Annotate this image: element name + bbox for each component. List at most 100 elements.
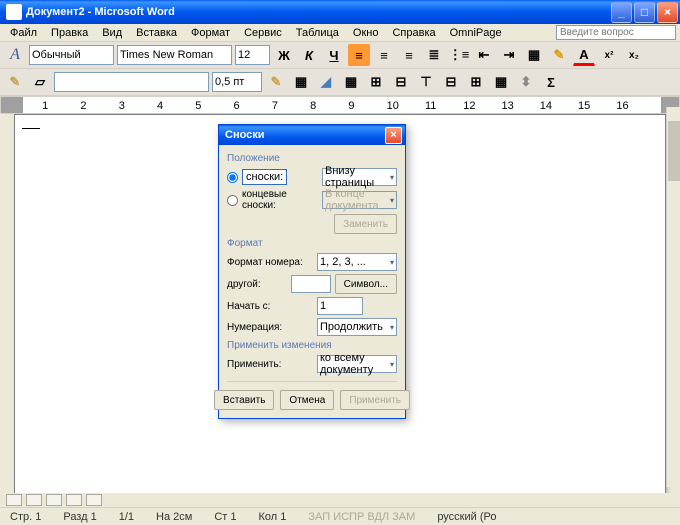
status-language: русский (Ро (433, 511, 500, 523)
shading-color-button[interactable]: ◢ (315, 71, 337, 93)
label-apply-to: Применить: (227, 359, 313, 370)
titlebar: Документ2 - Microsoft Word _ □ × (0, 0, 680, 24)
tables-borders-toolbar: ✎ ▱ ✎ ▦ ◢ ▦ ⊞ ⊟ ⊤ ⊟ ⊞ ▦ ⬍ Σ (0, 69, 680, 96)
label-endnotes: концевые сноски: (242, 189, 318, 211)
superscript-button[interactable]: x² (598, 44, 620, 66)
menu-tools[interactable]: Сервис (238, 26, 288, 40)
status-column: Кол 1 (254, 511, 290, 523)
sort-asc-button[interactable]: ⬍ (515, 71, 537, 93)
menu-help[interactable]: Справка (386, 26, 441, 40)
footnotes-dialog: Сноски × Положение сноски: Внизу страниц… (218, 124, 406, 419)
align-center-button[interactable]: ≡ (373, 44, 395, 66)
close-button[interactable]: × (657, 2, 678, 23)
group-position: Положение (227, 153, 397, 164)
label-numbering: Нумерация: (227, 322, 313, 333)
dialog-close-button[interactable]: × (385, 127, 402, 144)
text-cursor (22, 128, 40, 129)
radio-footnotes[interactable] (227, 172, 238, 183)
vertical-scrollbar[interactable] (666, 107, 680, 487)
menu-window[interactable]: Окно (347, 26, 385, 40)
autosum-button[interactable]: Σ (540, 71, 562, 93)
styles-icon[interactable]: A (4, 44, 26, 66)
convert-button: Заменить (334, 214, 397, 234)
font-select[interactable] (117, 45, 232, 65)
status-bar: Стр. 1 Разд 1 1/1 На 2см Ст 1 Кол 1 ЗАП … (0, 507, 680, 525)
label-start-at: Начать с: (227, 301, 313, 312)
dialog-title: Сноски (225, 129, 265, 141)
insert-button[interactable]: Вставить (214, 390, 274, 410)
line-style-select[interactable] (54, 72, 209, 92)
underline-button[interactable]: Ч (323, 44, 345, 66)
align-top-button[interactable]: ⊤ (415, 71, 437, 93)
subscript-button[interactable]: x₂ (623, 44, 645, 66)
menu-format[interactable]: Формат (185, 26, 236, 40)
app-icon (6, 4, 22, 20)
outside-border-button[interactable]: ▦ (290, 71, 312, 93)
radio-endnotes[interactable] (227, 195, 238, 206)
symbol-button[interactable]: Символ... (335, 274, 397, 294)
eraser-button[interactable]: ▱ (29, 71, 51, 93)
group-apply-changes: Применить изменения (227, 340, 397, 351)
distribute-cols-button[interactable]: ⊞ (465, 71, 487, 93)
bullet-list-button[interactable]: ⋮≡ (448, 44, 470, 66)
bold-button[interactable]: Ж (273, 44, 295, 66)
print-view-button[interactable] (46, 494, 62, 506)
numbered-list-button[interactable]: ≣ (423, 44, 445, 66)
cancel-button[interactable]: Отмена (280, 390, 334, 410)
formatting-toolbar: A Ж К Ч ≡ ≡ ≡ ≣ ⋮≡ ⇤ ⇥ ▦ ✎ A x² x₂ (0, 42, 680, 69)
menu-file[interactable]: Файл (4, 26, 43, 40)
footnote-position-select[interactable]: Внизу страницы▾ (322, 168, 397, 186)
number-format-select[interactable]: 1, 2, 3, ...▾ (317, 253, 397, 271)
size-select[interactable] (235, 45, 270, 65)
distribute-rows-button[interactable]: ⊟ (440, 71, 462, 93)
insert-table-button[interactable]: ▦ (340, 71, 362, 93)
dialog-titlebar[interactable]: Сноски × (219, 125, 405, 145)
increase-indent-button[interactable]: ⇥ (498, 44, 520, 66)
borders-button[interactable]: ▦ (523, 44, 545, 66)
numbering-select[interactable]: Продолжить▾ (317, 318, 397, 336)
outline-view-button[interactable] (66, 494, 82, 506)
decrease-indent-button[interactable]: ⇤ (473, 44, 495, 66)
split-cells-button[interactable]: ⊟ (390, 71, 412, 93)
apply-button: Применить (340, 390, 410, 410)
border-color-button[interactable]: ✎ (265, 71, 287, 93)
autoformat-button[interactable]: ▦ (490, 71, 512, 93)
menu-insert[interactable]: Вставка (130, 26, 183, 40)
menubar: Файл Правка Вид Вставка Формат Сервис Та… (0, 24, 680, 42)
menu-table[interactable]: Таблица (290, 26, 345, 40)
menu-view[interactable]: Вид (96, 26, 128, 40)
highlight-button[interactable]: ✎ (548, 44, 570, 66)
align-left-button[interactable]: ≡ (348, 44, 370, 66)
endnote-position-select: В конце документа▾ (322, 191, 397, 209)
maximize-button[interactable]: □ (634, 2, 655, 23)
status-section: Разд 1 (59, 511, 100, 523)
menu-omnipage[interactable]: OmniPage (444, 26, 508, 40)
view-buttons-row (0, 493, 680, 507)
label-number-format: Формат номера: (227, 257, 313, 268)
menu-edit[interactable]: Правка (45, 26, 94, 40)
status-page: Стр. 1 (6, 511, 45, 523)
style-select[interactable] (29, 45, 114, 65)
merge-cells-button[interactable]: ⊞ (365, 71, 387, 93)
custom-mark-input[interactable] (291, 275, 331, 293)
status-page-count: 1/1 (115, 511, 138, 523)
web-view-button[interactable] (26, 494, 42, 506)
window-title: Документ2 - Microsoft Word (26, 6, 611, 18)
normal-view-button[interactable] (6, 494, 22, 506)
label-custom-mark: другой: (227, 279, 287, 290)
ruler[interactable]: 12345678910111213141516 (0, 96, 680, 114)
group-format: Формат (227, 238, 397, 249)
font-color-button[interactable]: A (573, 44, 595, 66)
reading-view-button[interactable] (86, 494, 102, 506)
status-line: Ст 1 (210, 511, 240, 523)
minimize-button[interactable]: _ (611, 2, 632, 23)
draw-table-button[interactable]: ✎ (4, 71, 26, 93)
align-right-button[interactable]: ≡ (398, 44, 420, 66)
label-footnotes: сноски: (242, 169, 287, 185)
start-at-spinner[interactable]: 1 (317, 297, 363, 315)
status-flags: ЗАП ИСПР ВДЛ ЗАМ (304, 511, 419, 523)
line-weight-select[interactable] (212, 72, 262, 92)
apply-to-select[interactable]: ко всему документу▾ (317, 355, 397, 373)
ask-question-input[interactable] (556, 25, 676, 40)
italic-button[interactable]: К (298, 44, 320, 66)
